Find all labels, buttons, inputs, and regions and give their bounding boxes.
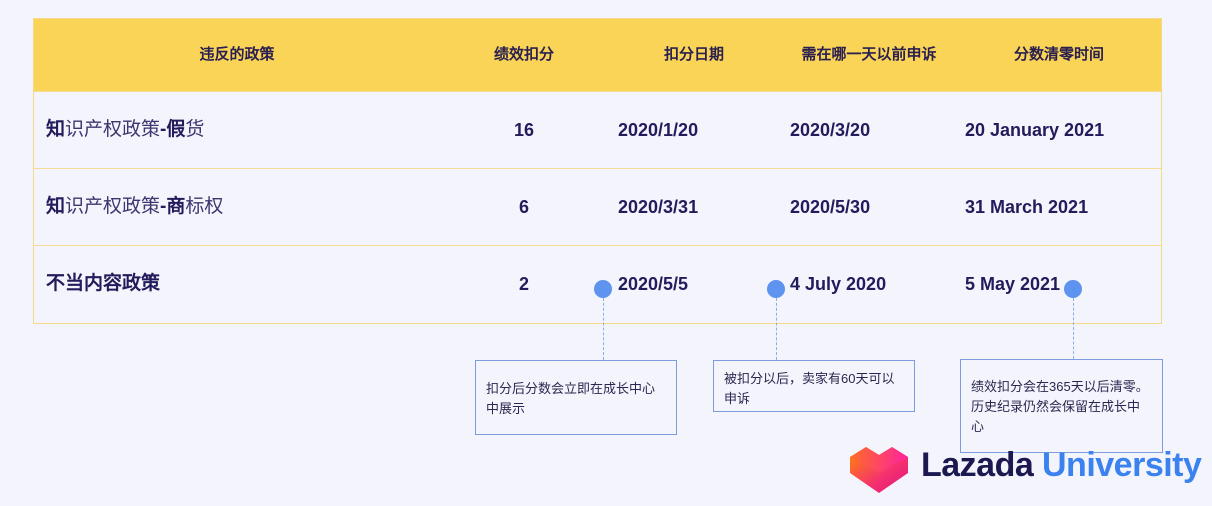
header-deduct-date: 扣分日期: [663, 46, 724, 63]
header-reset-date: 分数清零时间: [1013, 46, 1104, 63]
points-cell: 6: [518, 197, 529, 217]
header-appeal-by: 需在哪一天以前申诉: [801, 46, 937, 63]
timeline-dot: [594, 280, 612, 298]
reset-date-cell: 31 March 2021: [965, 197, 1089, 217]
policy-cell: 知识产权政策-商标权: [46, 196, 224, 217]
logo-suffix-text: University: [1042, 446, 1202, 484]
points-cell: 2: [518, 274, 529, 294]
table-row: 知识产权政策-假货 16 2020/1/20 2020/3/20 20 Janu…: [34, 91, 1161, 168]
timeline-dot: [767, 280, 785, 298]
table-row: 知识产权政策-商标权 6 2020/3/31 2020/5/30 31 Marc…: [34, 168, 1161, 245]
policy-cell: 知识产权政策-假货: [46, 119, 205, 140]
logo-brand-text: Lazada: [921, 446, 1034, 484]
deduct-date-cell: 2020/5/5: [618, 274, 689, 294]
reset-date-cell: 5 May 2021: [965, 274, 1061, 294]
points-cell: 16: [513, 120, 535, 140]
note-box: 被扣分以后，卖家有60天可以申诉: [713, 360, 915, 412]
deduct-date-cell: 2020/3/31: [618, 197, 699, 217]
table-header: 违反的政策 绩效扣分 扣分日期 需在哪一天以前申诉 分数清零时间: [34, 19, 1161, 91]
timeline-dot: [1064, 280, 1082, 298]
appeal-by-cell: 2020/5/30: [790, 197, 871, 217]
policy-cell: 不当内容政策: [46, 273, 161, 294]
appeal-by-cell: 2020/3/20: [790, 120, 871, 140]
policy-table: 违反的政策 绩效扣分 扣分日期 需在哪一天以前申诉 分数清零时间 知识产权政策-…: [33, 18, 1162, 324]
reset-date-cell: 20 January 2021: [965, 120, 1105, 140]
header-policy: 违反的政策: [199, 46, 275, 63]
note-box: 扣分后分数会立即在成长中心中展示: [475, 360, 677, 435]
header-points: 绩效扣分: [493, 46, 554, 63]
connector-line: [1073, 298, 1074, 359]
appeal-by-cell: 4 July 2020: [790, 274, 887, 294]
connector-line: [603, 298, 604, 360]
note-box: 绩效扣分会在365天以后清零。历史纪录仍然会保留在成长中心: [960, 359, 1163, 453]
deduct-date-cell: 2020/1/20: [618, 120, 699, 140]
lazada-heart-logo-icon: [850, 447, 908, 493]
connector-line: [776, 298, 777, 360]
